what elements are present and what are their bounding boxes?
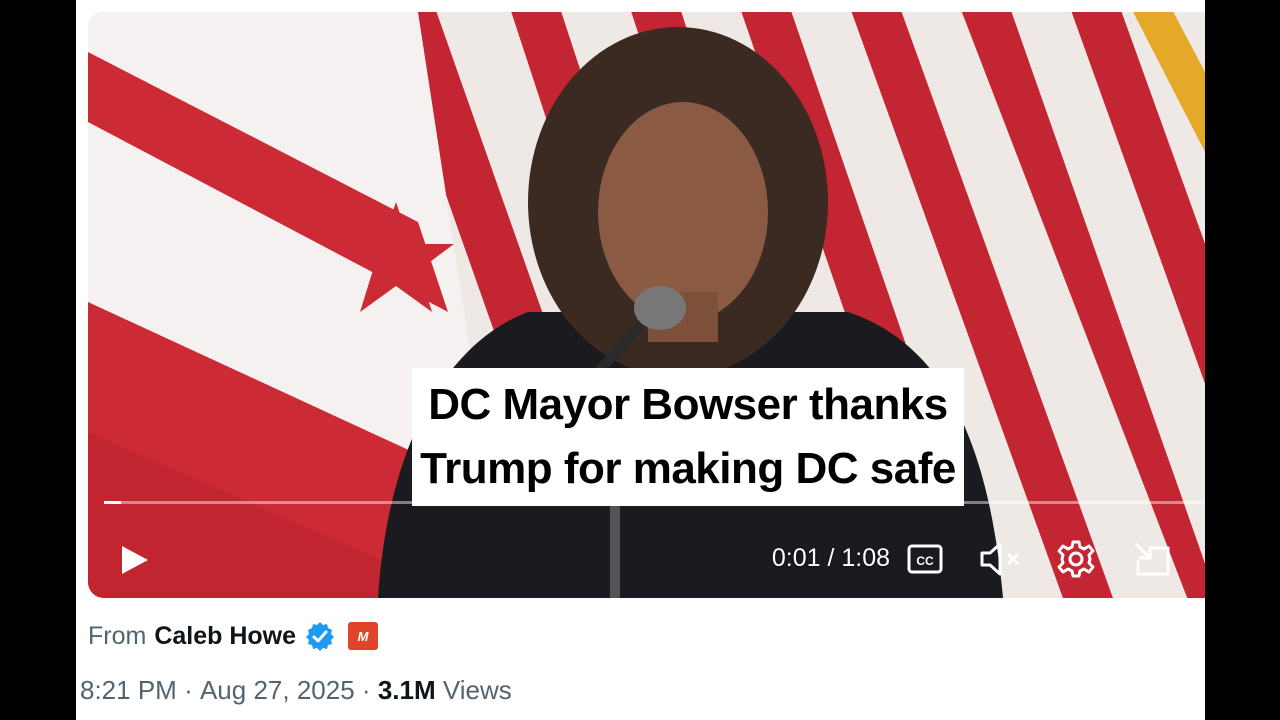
exit-fullscreen-button[interactable] <box>1130 538 1174 580</box>
author-name-link[interactable]: Caleb Howe <box>154 622 296 651</box>
video-player[interactable] <box>88 12 1205 598</box>
caption-line-1: DC Mayor Bowser thanks <box>428 380 948 429</box>
progress-fill <box>104 501 121 504</box>
source-attribution: From Caleb Howe M <box>88 616 379 656</box>
separator: · <box>184 674 193 705</box>
closed-captions-icon: CC <box>907 544 943 574</box>
separator: · <box>361 674 371 705</box>
views-label: Views <box>442 674 512 705</box>
play-icon <box>122 546 148 574</box>
settings-button[interactable] <box>1055 538 1097 580</box>
mute-button[interactable] <box>978 539 1024 579</box>
exit-fullscreen-icon <box>1134 542 1170 576</box>
progress-bar[interactable] <box>104 501 1205 504</box>
affiliate-badge-icon[interactable]: M <box>348 622 379 650</box>
from-label: From <box>88 621 147 650</box>
post-time[interactable]: 8:21 PM <box>80 675 177 706</box>
play-button[interactable] <box>114 540 154 580</box>
post-metadata: 8:21 PM · Aug 27, 2025 · 3.1M Views <box>80 668 512 712</box>
cc-label: CC <box>916 554 934 568</box>
video-caption: DC Mayor Bowser thanks Trump for making … <box>412 368 964 506</box>
closed-captions-button[interactable]: CC <box>906 540 944 578</box>
video-frame <box>88 12 1205 598</box>
verified-badge-icon <box>306 622 335 651</box>
caption-line-2: Trump for making DC safe <box>420 444 956 493</box>
views-count: 3.1M <box>377 674 436 705</box>
gear-icon <box>1057 540 1095 578</box>
post-date[interactable]: Aug 27, 2025 <box>200 675 355 706</box>
muted-speaker-icon <box>980 542 1020 576</box>
time-display: 0:01 / 1:08 <box>771 544 890 572</box>
